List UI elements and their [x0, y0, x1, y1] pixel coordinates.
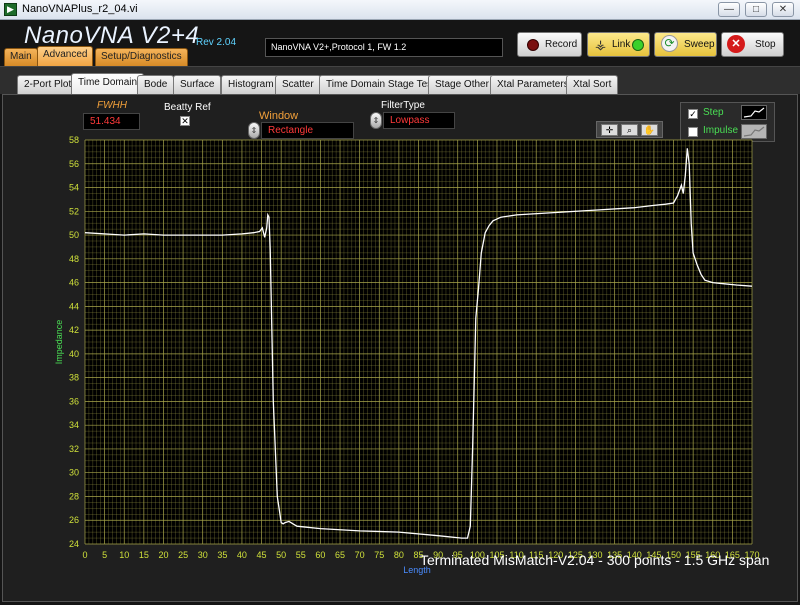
x-tick-label: 30	[198, 550, 208, 560]
x-tick-label: 75	[374, 550, 384, 560]
y-tick-label: 52	[69, 206, 79, 216]
y-tick-label: 34	[69, 420, 79, 430]
y-tick-label: 38	[69, 373, 79, 383]
y-tick-label: 50	[69, 230, 79, 240]
x-tick-label: 10	[119, 550, 129, 560]
x-tick-label: 20	[158, 550, 168, 560]
y-tick-label: 54	[69, 183, 79, 193]
x-tick-label: 15	[139, 550, 149, 560]
y-axis-title: Impedance	[54, 320, 64, 365]
y-tick-label: 46	[69, 278, 79, 288]
y-tick-label: 28	[69, 491, 79, 501]
y-tick-label: 48	[69, 254, 79, 264]
x-tick-label: 55	[296, 550, 306, 560]
y-tick-label: 30	[69, 468, 79, 478]
caption-text: Terminated MisMatch-V2.04 - 300 points -…	[420, 552, 770, 568]
y-tick-label: 26	[69, 515, 79, 525]
y-tick-label: 40	[69, 349, 79, 359]
y-tick-label: 44	[69, 301, 79, 311]
x-tick-label: 65	[335, 550, 345, 560]
y-tick-label: 36	[69, 396, 79, 406]
x-tick-label: 70	[355, 550, 365, 560]
x-tick-label: 0	[82, 550, 87, 560]
impedance-chart: 0 5 10 15 20 25 30 35 40 45 50 55 60 65 70 75 80 85 90 95 10…	[54, 135, 760, 575]
x-tick-label: 5	[102, 550, 107, 560]
x-tick-label: 60	[315, 550, 325, 560]
y-tick-label: 32	[69, 444, 79, 454]
y-tick-label: 58	[69, 135, 79, 145]
y-tick-label: 24	[69, 539, 79, 549]
x-tick-label: 25	[178, 550, 188, 560]
x-tick-label: 35	[217, 550, 227, 560]
x-tick-label: 50	[276, 550, 286, 560]
x-tick-label: 80	[394, 550, 404, 560]
y-tick-label: 56	[69, 159, 79, 169]
y-tick-label: 42	[69, 325, 79, 335]
x-tick-label: 45	[257, 550, 267, 560]
x-tick-label: 40	[237, 550, 247, 560]
